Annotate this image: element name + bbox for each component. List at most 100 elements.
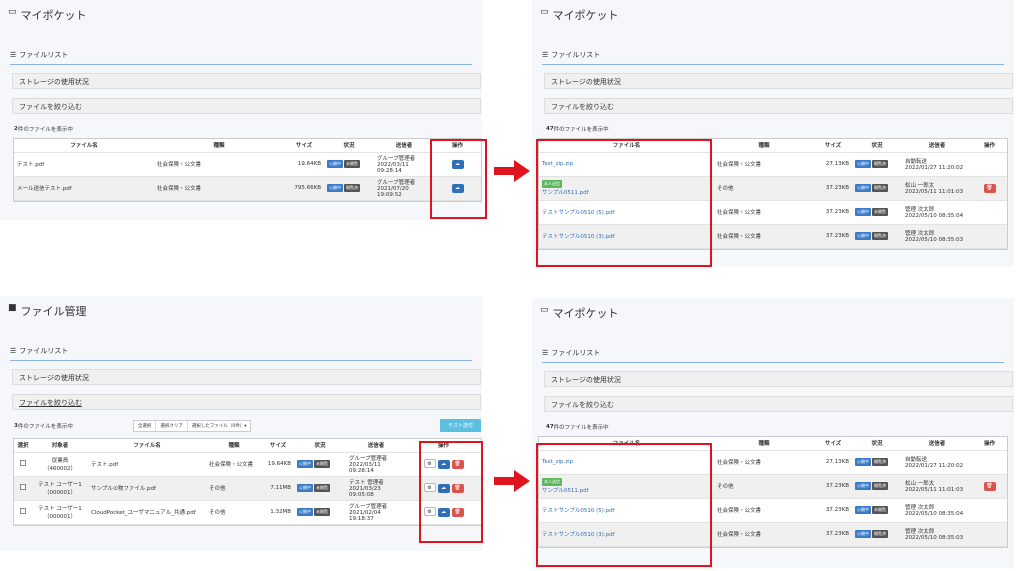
sender-cell: グループ管理者 2022/03/11 09:28:14 xyxy=(346,452,406,477)
page-title: ▭ マイポケット xyxy=(0,0,482,28)
actions-cell: 🗑 xyxy=(972,176,1007,201)
status-badge: 公開中 xyxy=(855,458,871,466)
list-icon: ☰ xyxy=(10,51,17,59)
status-badge: 公開中 xyxy=(855,506,871,514)
list-icon: ☰ xyxy=(542,51,549,59)
status-badge: 公開中 xyxy=(297,484,313,492)
filter-bar[interactable]: ファイルを絞り込む xyxy=(12,394,481,410)
file-type: 社会保険・公文書 xyxy=(714,152,814,177)
status-cell: 公開中 開覧済 xyxy=(852,152,902,177)
col-header: サイズ xyxy=(814,139,852,153)
sent-date: 2022/05/10 08:35:04 xyxy=(905,213,964,219)
actions-cell xyxy=(972,498,1007,523)
file-type: 社会保険・公文書 xyxy=(714,200,814,225)
table-row[interactable]: テスト ユーザー1 （000001） サンプル①物ファイル.pdf その他 7.1… xyxy=(14,476,481,501)
table-row[interactable]: テスト ユーザー1 （000001） CloudPocket_ユーザマニュアル_共… xyxy=(14,500,481,525)
table-row[interactable]: 従業員 （460002） テスト.pdf 社会保険・公文書 19.64KB 公開中… xyxy=(14,452,481,477)
file-size: 19.64KB xyxy=(262,452,294,477)
file-type: 社会保険・公文書 xyxy=(206,452,262,477)
list-icon: ☰ xyxy=(542,349,549,357)
sender-name: 松山 一郎太 xyxy=(905,183,935,189)
file-table: ファイル名 種類 サイズ 状況 送信者 操作 テスト.pdf 社会保険・公文書 … xyxy=(13,138,482,202)
clear-selection-button[interactable]: 選択クリア xyxy=(156,420,188,431)
col-header: サイズ xyxy=(284,139,324,153)
target-id: （460002） xyxy=(44,466,76,472)
sender-cell: 松山 一郎太 2022/05/11 11:01:03 xyxy=(902,176,972,201)
file-name[interactable]: テスト.pdf xyxy=(88,452,206,477)
status-badge: 未開覧 xyxy=(872,208,888,216)
file-size: 37.23KB xyxy=(814,522,852,547)
file-name[interactable]: サンプル①物ファイル.pdf xyxy=(88,476,206,501)
file-size: 795.66KB xyxy=(284,176,324,201)
storage-usage-bar[interactable]: ストレージの使用状況 xyxy=(544,371,1013,387)
status-badge: 公開中 xyxy=(855,208,871,216)
page-title: ■ ファイル管理 xyxy=(0,296,482,324)
file-name[interactable]: CloudPocket_ユーザマニュアル_共通.pdf xyxy=(88,500,206,525)
sender-name: 管理 次太郎 xyxy=(905,207,935,213)
row-checkbox[interactable] xyxy=(20,460,26,466)
file-count: 47 件のファイルを表示中 xyxy=(546,423,1014,431)
sender-cell: 管理 次太郎 2022/05/10 08:35:03 xyxy=(902,522,972,547)
file-count-text: 件のファイルを表示中 xyxy=(553,425,609,431)
sender-name: 自動転送 xyxy=(905,457,928,463)
actions-cell xyxy=(972,522,1007,547)
select-cell xyxy=(14,476,32,501)
table-row[interactable]: テスト.pdf 社会保険・公文書 19.64KB 公開中 未開覧 グループ管理者 2… xyxy=(14,152,481,177)
sender-cell: 自動転送 2022/01/27 11:20:02 xyxy=(902,152,972,177)
file-type: その他 xyxy=(714,474,814,499)
file-type: 社会保険・公文書 xyxy=(714,498,814,523)
storage-usage-bar[interactable]: ストレージの使用状況 xyxy=(12,73,481,89)
sent-date: 2022/01/27 11:20:02 xyxy=(905,165,964,171)
delete-button[interactable]: 🗑 xyxy=(983,481,996,491)
status-badge: 公開中 xyxy=(297,508,313,516)
file-size: 27.13KB xyxy=(814,450,852,475)
status-badge: 開覧済 xyxy=(344,184,360,192)
storage-usage-bar[interactable]: ストレージの使用状況 xyxy=(12,369,481,385)
storage-usage-bar[interactable]: ストレージの使用状況 xyxy=(544,73,1013,89)
file-count: 3 件のファイルを表示中 xyxy=(14,422,73,430)
highlight-box xyxy=(536,139,712,267)
selected-files-dropdown[interactable]: 選択したファイル（0件）▾ xyxy=(188,421,251,431)
section-title: ファイルリスト xyxy=(19,51,69,59)
arrow-icon xyxy=(494,470,530,492)
select-cell xyxy=(14,500,32,525)
table-header: 選択 対象者 ファイル名 種類 サイズ 状況 送信者 操作 xyxy=(14,439,481,453)
col-header: 送信者 xyxy=(902,139,972,153)
delete-button[interactable]: 🗑 xyxy=(983,183,996,193)
file-count-text: 件のファイルを表示中 xyxy=(553,127,609,133)
table-row[interactable]: メール送信テスト.pdf 社会保険・公文書 795.66KB 公開中 開覧済 グル… xyxy=(14,176,481,201)
section-title: ファイルリスト xyxy=(551,349,601,357)
status-cell: 公開中 開覧済 xyxy=(324,176,374,201)
file-size: 7.11MB xyxy=(262,476,294,501)
status-badge: 公開中 xyxy=(855,160,871,168)
page-title-text: マイポケット xyxy=(552,307,619,320)
status-badge: 公開中 xyxy=(855,482,871,490)
archive-icon: ■ xyxy=(8,303,17,313)
filter-bar[interactable]: ファイルを絞り込む xyxy=(544,98,1013,114)
file-type: その他 xyxy=(714,176,814,201)
col-header: 選択 xyxy=(14,439,32,453)
col-header: 種類 xyxy=(154,139,284,153)
sent-date: 2022/03/11 09:28:14 xyxy=(349,462,381,474)
col-header: 状況 xyxy=(294,439,346,453)
sender-cell: 管理 次太郎 2022/05/10 08:35:04 xyxy=(902,498,972,523)
selection-toolbar: 全選択 選択クリア 選択したファイル（0件）▾ xyxy=(132,419,252,432)
section-title: ファイルリスト xyxy=(19,347,69,355)
sender-name: テスト 管理者 xyxy=(349,480,384,486)
file-count: 2 件のファイルを表示中 xyxy=(14,125,482,133)
actions-cell xyxy=(972,450,1007,475)
row-checkbox[interactable] xyxy=(20,508,26,514)
test-send-button[interactable]: テスト送付 xyxy=(439,419,481,432)
file-type: 社会保険・公文書 xyxy=(714,522,814,547)
page-title-text: マイポケット xyxy=(552,9,619,22)
file-name[interactable]: メール送信テスト.pdf xyxy=(14,176,154,201)
file-name[interactable]: テスト.pdf xyxy=(14,152,154,177)
sender-cell: 自動転送 2022/01/27 11:20:02 xyxy=(902,450,972,475)
select-all-button[interactable]: 全選択 xyxy=(134,420,157,431)
filter-bar[interactable]: ファイルを絞り込む xyxy=(544,396,1013,412)
page-title-text: マイポケット xyxy=(20,9,87,22)
filter-bar[interactable]: ファイルを絞り込む xyxy=(12,98,481,114)
col-header: 送信者 xyxy=(374,139,434,153)
inbox-icon: ▭ xyxy=(540,7,549,17)
row-checkbox[interactable] xyxy=(20,484,26,490)
